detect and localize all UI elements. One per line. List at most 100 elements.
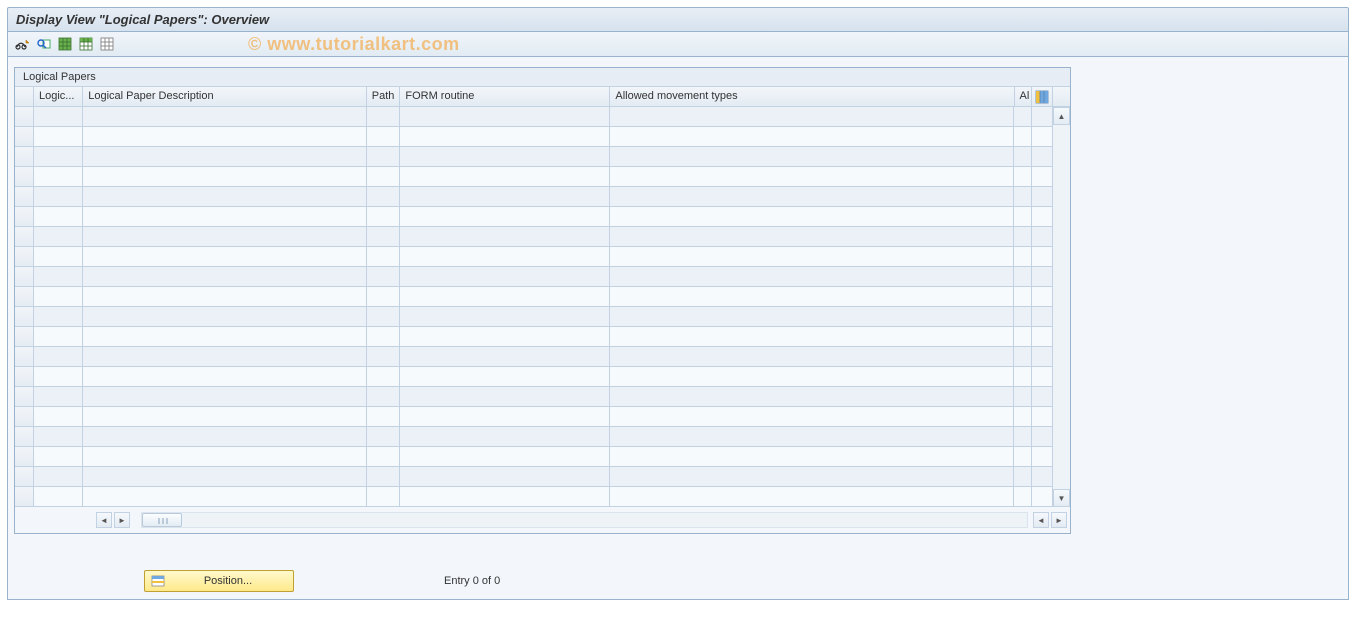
- table-cell[interactable]: [367, 367, 401, 386]
- table-cell[interactable]: [1014, 487, 1032, 506]
- table-cell[interactable]: [1014, 387, 1032, 406]
- table-cell[interactable]: [1014, 227, 1032, 246]
- table-cell[interactable]: [610, 227, 1014, 246]
- table-cell[interactable]: [34, 327, 83, 346]
- row-selector[interactable]: [15, 427, 33, 447]
- scroll-left-step2-icon[interactable]: ◄: [1033, 512, 1049, 528]
- table-cell[interactable]: [610, 247, 1014, 266]
- row-selector[interactable]: [15, 467, 33, 487]
- table-cell[interactable]: [367, 207, 401, 226]
- v-scroll-track[interactable]: [1053, 125, 1070, 489]
- table-cell[interactable]: [610, 127, 1014, 146]
- table-cell[interactable]: [83, 367, 367, 386]
- table-cell[interactable]: [34, 287, 83, 306]
- scroll-right-step-icon[interactable]: ►: [114, 512, 130, 528]
- column-settings-icon[interactable]: [1032, 87, 1052, 106]
- table-cell[interactable]: [400, 387, 610, 406]
- table-cell[interactable]: [83, 107, 367, 126]
- table-cell[interactable]: [1014, 347, 1032, 366]
- table-cell[interactable]: [610, 187, 1014, 206]
- table-cell[interactable]: [367, 307, 401, 326]
- table-cell[interactable]: [34, 187, 83, 206]
- row-selector[interactable]: [15, 347, 33, 367]
- table-cell[interactable]: [367, 167, 401, 186]
- table-cell[interactable]: [34, 427, 83, 446]
- row-selector[interactable]: [15, 447, 33, 467]
- table-cell[interactable]: [1014, 367, 1032, 386]
- table-cell[interactable]: [400, 207, 610, 226]
- table-cell[interactable]: [610, 147, 1014, 166]
- table-cell[interactable]: [83, 147, 367, 166]
- col-header-description[interactable]: Logical Paper Description: [83, 87, 367, 106]
- table-cell[interactable]: [400, 247, 610, 266]
- scroll-right-end-icon[interactable]: ►: [1051, 512, 1067, 528]
- table-cell[interactable]: [610, 107, 1014, 126]
- table-cell[interactable]: [34, 487, 83, 506]
- table-cell[interactable]: [1014, 407, 1032, 426]
- table-cell[interactable]: [610, 427, 1014, 446]
- table-cell[interactable]: [1014, 467, 1032, 486]
- table-cell[interactable]: [400, 167, 610, 186]
- table-cell[interactable]: [83, 247, 367, 266]
- table-cell[interactable]: [34, 267, 83, 286]
- table-cell[interactable]: [83, 447, 367, 466]
- table-cell[interactable]: [83, 347, 367, 366]
- row-selector[interactable]: [15, 187, 33, 207]
- table-cell[interactable]: [1014, 147, 1032, 166]
- table-cell[interactable]: [34, 167, 83, 186]
- row-selector[interactable]: [15, 407, 33, 427]
- row-selector[interactable]: [15, 147, 33, 167]
- row-selector[interactable]: [15, 287, 33, 307]
- table-cell[interactable]: [367, 267, 401, 286]
- table-cell[interactable]: [400, 227, 610, 246]
- display-change-icon[interactable]: [14, 35, 32, 53]
- table-cell[interactable]: [1014, 287, 1032, 306]
- table-cell[interactable]: [83, 287, 367, 306]
- table-cell[interactable]: [1014, 247, 1032, 266]
- table-cell[interactable]: [400, 287, 610, 306]
- row-selector[interactable]: [15, 387, 33, 407]
- table-cell[interactable]: [367, 387, 401, 406]
- table-cell[interactable]: [34, 467, 83, 486]
- table-cell[interactable]: [83, 187, 367, 206]
- table-cell[interactable]: [34, 307, 83, 326]
- row-selector[interactable]: [15, 207, 33, 227]
- table-cell[interactable]: [83, 267, 367, 286]
- h-scroll-track[interactable]: [141, 512, 1028, 528]
- scroll-left-start-icon[interactable]: ◄: [96, 512, 112, 528]
- table-cell[interactable]: [610, 447, 1014, 466]
- table-cell[interactable]: [610, 387, 1014, 406]
- table-cell[interactable]: [610, 467, 1014, 486]
- table-cell[interactable]: [1014, 207, 1032, 226]
- table-cell[interactable]: [1014, 167, 1032, 186]
- table-cell[interactable]: [34, 207, 83, 226]
- table-cell[interactable]: [34, 127, 83, 146]
- h-scroll-thumb[interactable]: [142, 513, 182, 527]
- table-cell[interactable]: [83, 167, 367, 186]
- table-cell[interactable]: [1014, 427, 1032, 446]
- select-all-icon[interactable]: [56, 35, 74, 53]
- table-cell[interactable]: [83, 227, 367, 246]
- table-cell[interactable]: [83, 307, 367, 326]
- col-header-path[interactable]: Path: [367, 87, 401, 106]
- table-cell[interactable]: [400, 487, 610, 506]
- position-button[interactable]: Position...: [144, 570, 294, 592]
- row-selector[interactable]: [15, 167, 33, 187]
- scroll-down-icon[interactable]: ▼: [1053, 489, 1070, 507]
- table-cell[interactable]: [400, 407, 610, 426]
- table-cell[interactable]: [367, 107, 401, 126]
- table-cell[interactable]: [1014, 447, 1032, 466]
- table-cell[interactable]: [400, 427, 610, 446]
- col-header-allowed-movement[interactable]: Allowed movement types: [610, 87, 1014, 106]
- row-selector[interactable]: [15, 107, 33, 127]
- table-cell[interactable]: [400, 107, 610, 126]
- table-cell[interactable]: [610, 267, 1014, 286]
- table-cell[interactable]: [400, 127, 610, 146]
- table-cell[interactable]: [34, 367, 83, 386]
- table-cell[interactable]: [1014, 307, 1032, 326]
- table-cell[interactable]: [610, 207, 1014, 226]
- table-cell[interactable]: [367, 427, 401, 446]
- table-cell[interactable]: [367, 327, 401, 346]
- table-cell[interactable]: [367, 467, 401, 486]
- table-cell[interactable]: [610, 347, 1014, 366]
